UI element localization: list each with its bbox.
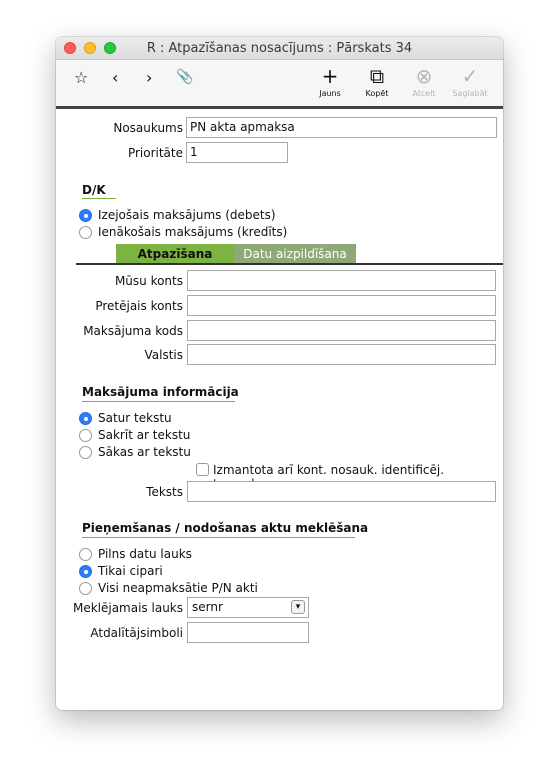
our-account-field[interactable]	[187, 270, 496, 291]
payment-info-radio-starts[interactable]	[79, 446, 92, 459]
copy-icon: ⧉	[369, 64, 385, 88]
window: R : Atpazīšanas nosacījums : Pārskats 34…	[56, 37, 503, 710]
cancel-icon: ⊗	[415, 64, 433, 88]
star-icon[interactable]: ☆	[74, 68, 88, 87]
new-button-label: Jauns	[319, 89, 341, 98]
dk-label-debit: Izejošais maksājums (debets)	[98, 208, 276, 222]
counter-account-field[interactable]	[187, 295, 496, 316]
our-account-label: Mūsu konts	[114, 274, 183, 288]
payment-info-radio-matches[interactable]	[79, 429, 92, 442]
toolbar: ☆ ‹ › 📎 + Jauns ⧉ Kopēt ⊗ Atcelt ✓ Sagla…	[56, 60, 503, 109]
copy-button[interactable]: ⧉ Kopēt	[357, 66, 397, 98]
payment-info-title: Maksājuma informācija	[82, 385, 239, 399]
payment-code-field[interactable]	[187, 320, 496, 341]
name-field[interactable]: PN akta apmaksa	[186, 117, 497, 138]
text-field[interactable]	[187, 481, 496, 502]
countries-field[interactable]	[187, 344, 496, 365]
save-button[interactable]: ✓ Saglabāt	[450, 66, 490, 98]
payment-info-label-starts: Sākas ar tekstu	[98, 445, 191, 459]
tab-datu-aizpildisana[interactable]: Datu aizpildīšana	[234, 244, 356, 264]
tab-atpazisana[interactable]: Atpazīšana	[116, 244, 234, 264]
checkmark-icon: ✓	[461, 64, 479, 88]
paperclip-icon[interactable]: 📎	[176, 69, 193, 85]
forward-icon[interactable]: ›	[146, 68, 152, 87]
payment-info-label-contains: Satur tekstu	[98, 411, 172, 425]
copy-button-label: Kopēt	[365, 89, 389, 98]
new-button[interactable]: + Jauns	[310, 66, 350, 98]
chevron-down-icon: ▾	[291, 600, 305, 614]
cancel-button-label: Atcelt	[412, 89, 436, 98]
name-label: Nosaukums	[113, 121, 183, 135]
separators-field[interactable]	[187, 622, 309, 643]
payment-info-radio-contains[interactable]	[79, 412, 92, 425]
acts-label-full-field: Pilns datu lauks	[98, 547, 192, 561]
search-field-select[interactable]: sernr ▾	[187, 597, 309, 618]
cancel-button[interactable]: ⊗ Atcelt	[404, 66, 444, 98]
tab-divider	[76, 263, 503, 265]
acts-radio-full-field[interactable]	[79, 548, 92, 561]
separators-label: Atdalītājsimboli	[90, 626, 183, 640]
acts-label-digits-only: Tikai cipari	[98, 564, 163, 578]
counter-account-label: Pretējais konts	[95, 299, 183, 313]
search-field-label: Meklējamais lauks	[72, 601, 183, 615]
title-bar: R : Atpazīšanas nosacījums : Pārskats 34	[56, 37, 503, 60]
plus-icon: +	[321, 64, 339, 88]
window-title: R : Atpazīšanas nosacījums : Pārskats 34	[146, 41, 413, 56]
dk-radio-debit[interactable]	[79, 209, 92, 222]
priority-label: Prioritāte	[127, 146, 183, 160]
acts-radio-digits-only[interactable]	[79, 565, 92, 578]
acts-radio-all-unpaid[interactable]	[79, 582, 92, 595]
save-button-label: Saglabāt	[452, 89, 488, 98]
acts-label-all-unpaid: Visi neapmaksātie P/N akti	[98, 581, 258, 595]
search-field-value: sernr	[192, 600, 223, 614]
payment-info-underline	[82, 401, 235, 402]
text-label: Teksts	[146, 485, 183, 499]
account-name-checkbox[interactable]	[196, 463, 209, 476]
payment-info-label-matches: Sakrīt ar tekstu	[98, 428, 191, 442]
payment-code-label: Maksājuma kods	[83, 324, 183, 338]
priority-field[interactable]: 1	[186, 142, 288, 163]
acts-search-underline	[82, 537, 355, 538]
countries-label: Valstis	[144, 348, 183, 362]
dk-label-credit: Ienākošais maksājums (kredīts)	[98, 225, 288, 239]
dk-underline	[82, 198, 116, 199]
dk-radio-credit[interactable]	[79, 226, 92, 239]
back-icon[interactable]: ‹	[112, 68, 118, 87]
acts-search-title: Pieņemšanas / nodošanas aktu meklēšana	[82, 521, 369, 535]
dk-section-title: D/K	[82, 183, 106, 197]
